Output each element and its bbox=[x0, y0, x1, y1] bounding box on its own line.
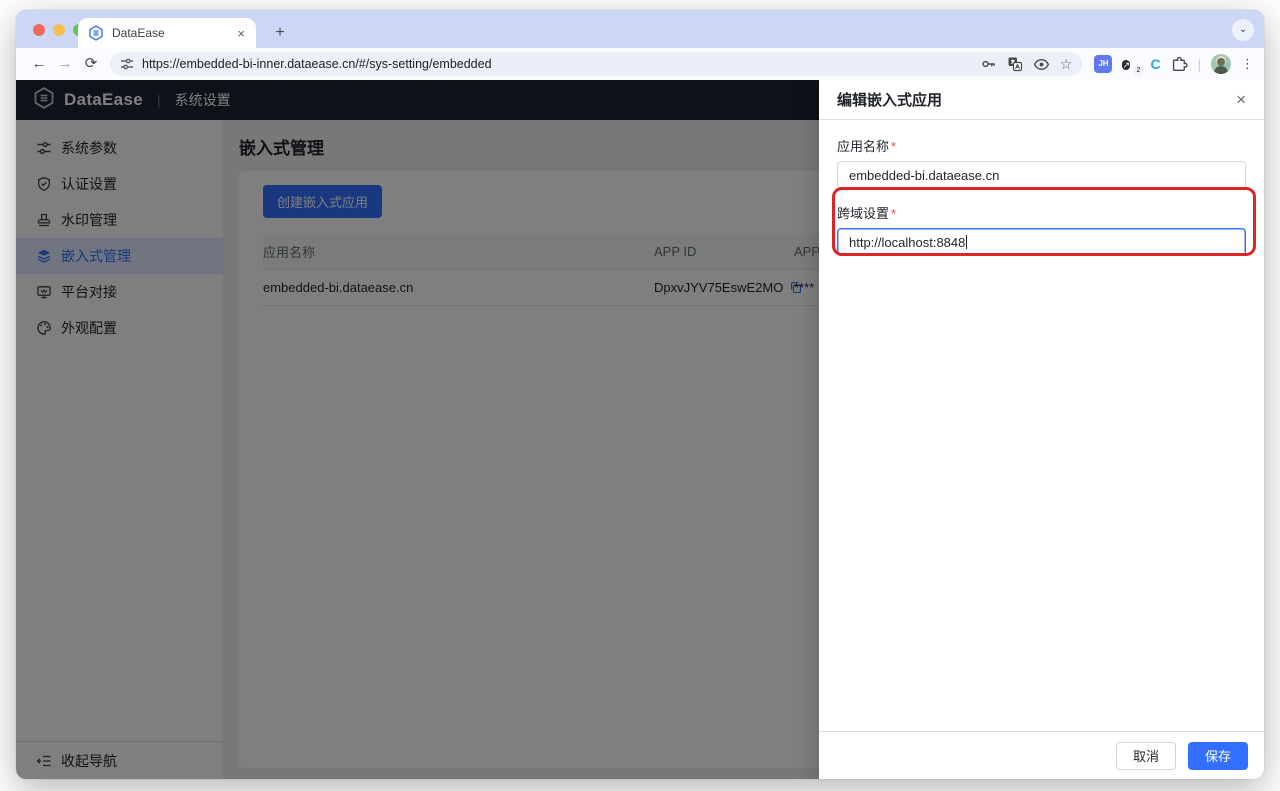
extension-screenshot-icon[interactable]: ↗ 2 bbox=[1122, 55, 1144, 76]
cancel-button[interactable]: 取消 bbox=[1115, 741, 1176, 770]
profile-avatar[interactable] bbox=[1211, 54, 1231, 74]
edit-embedded-app-drawer: 编辑嵌入式应用 × 应用名称* 跨域设置* http://localhost:8… bbox=[819, 80, 1264, 779]
extensions-puzzle-icon[interactable] bbox=[1171, 56, 1188, 73]
chrome-menu-icon[interactable]: ⋮ bbox=[1241, 56, 1254, 72]
tab-close-icon[interactable]: × bbox=[234, 26, 248, 41]
cors-field-group: 跨域设置 * http://localhost:8848 bbox=[837, 203, 1246, 256]
address-bar[interactable]: https://embedded-bi-inner.dataease.cn/#/… bbox=[110, 52, 1083, 76]
back-icon[interactable]: ← bbox=[26, 51, 52, 77]
bookmark-star-icon[interactable]: ☆ bbox=[1060, 56, 1073, 73]
reload-icon[interactable]: ⟳ bbox=[78, 51, 104, 77]
app-name-label: 应用名称 * bbox=[837, 139, 897, 154]
drawer-title: 编辑嵌入式应用 bbox=[837, 92, 943, 109]
minimize-window-button[interactable] bbox=[53, 24, 65, 36]
required-asterisk: * bbox=[891, 139, 897, 154]
tab-search-chevron-icon[interactable]: ⌄ bbox=[1232, 19, 1254, 41]
required-asterisk: * bbox=[891, 206, 897, 221]
app-name-input[interactable] bbox=[837, 161, 1246, 189]
url-text[interactable]: https://embedded-bi-inner.dataease.cn/#/… bbox=[142, 57, 973, 71]
reading-mode-eye-icon[interactable] bbox=[1033, 56, 1050, 73]
extension-c-icon[interactable]: C bbox=[1150, 56, 1160, 72]
close-window-button[interactable] bbox=[33, 24, 45, 36]
browser-toolbar: ← → ⟳ https://embedded-bi-inner.dataease… bbox=[16, 48, 1264, 80]
site-settings-icon[interactable] bbox=[120, 57, 134, 71]
translate-icon[interactable] bbox=[1007, 56, 1023, 72]
new-tab-button[interactable]: + bbox=[268, 21, 292, 45]
browser-tab-strip: DataEase × + ⌄ bbox=[16, 10, 1264, 48]
extension-jh-icon[interactable]: JH bbox=[1094, 55, 1113, 73]
text-caret bbox=[966, 235, 968, 249]
app-name-field-group: 应用名称 * bbox=[837, 136, 1246, 189]
cors-label: 跨域设置 * bbox=[837, 206, 897, 221]
toolbar-separator: | bbox=[1197, 56, 1201, 72]
dataease-favicon bbox=[88, 25, 104, 41]
drawer-footer: 取消 保存 bbox=[819, 731, 1264, 779]
browser-tab[interactable]: DataEase × bbox=[78, 18, 256, 48]
drawer-close-icon[interactable]: × bbox=[1236, 91, 1246, 108]
tab-title: DataEase bbox=[112, 26, 165, 40]
dataease-page: DataEase | 系统设置 系统参数 bbox=[16, 80, 1264, 779]
cors-input[interactable]: http://localhost:8848 bbox=[837, 228, 1246, 256]
password-key-icon[interactable] bbox=[981, 56, 997, 72]
browser-window: DataEase × + ⌄ ← → ⟳ https://embedded-bi… bbox=[16, 10, 1264, 779]
save-button[interactable]: 保存 bbox=[1187, 741, 1248, 770]
forward-icon[interactable]: → bbox=[52, 51, 78, 77]
